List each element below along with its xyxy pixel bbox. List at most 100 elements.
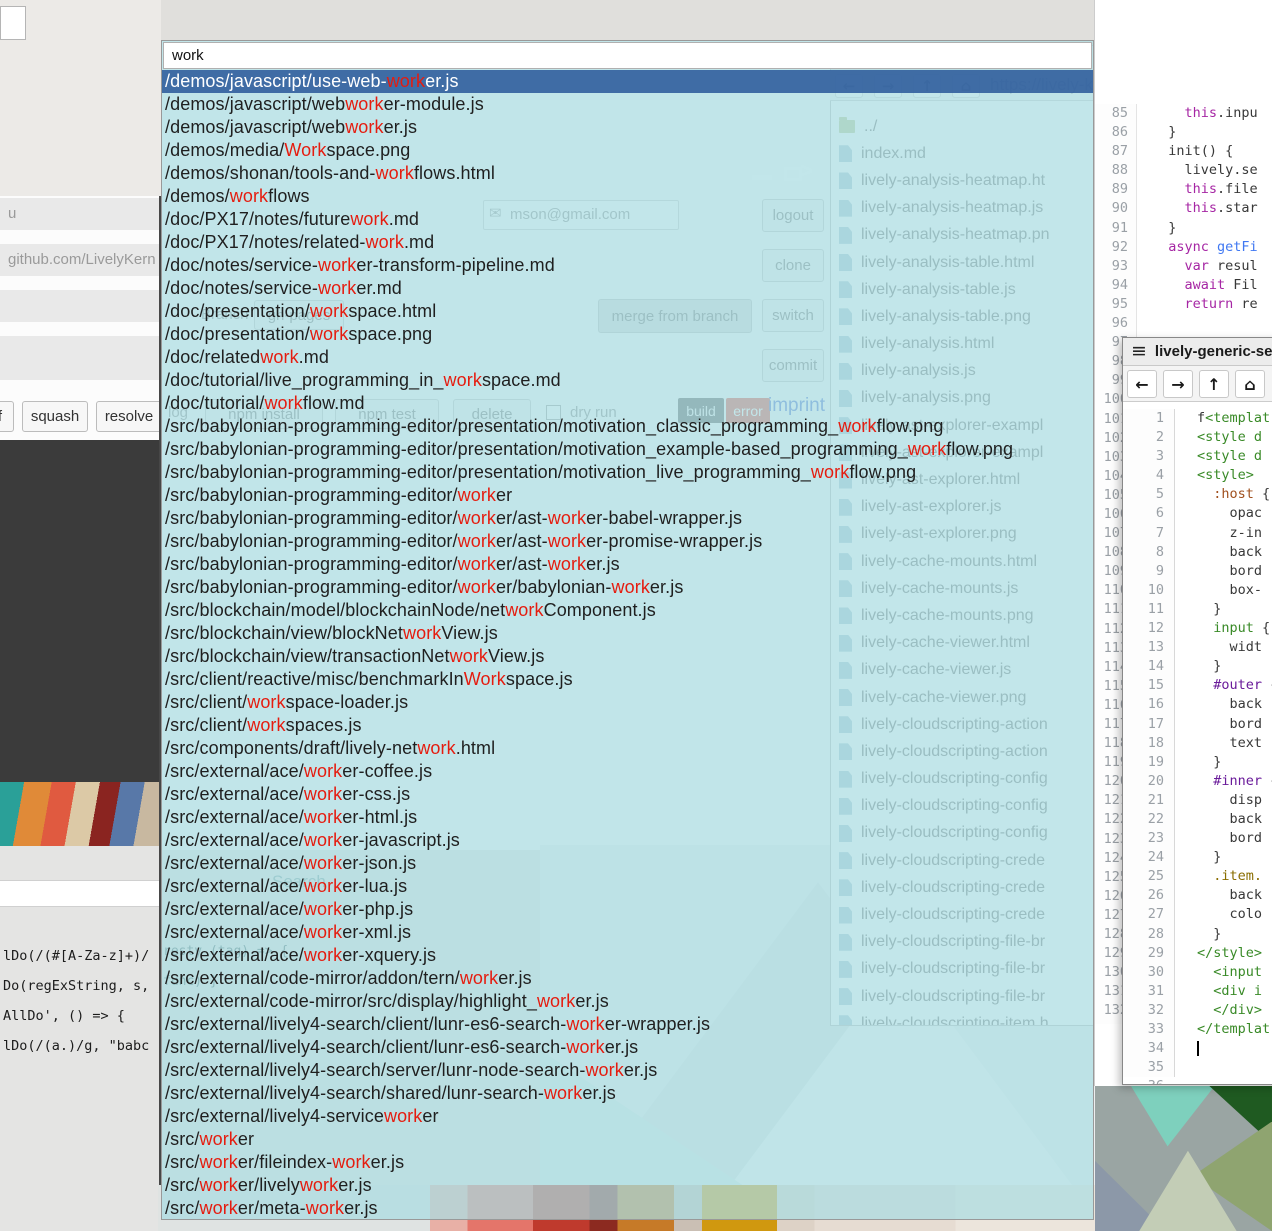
- search-result-item[interactable]: /src/external/ace/worker-html.js: [162, 806, 1093, 829]
- search-result-item[interactable]: /src/babylonian-programming-editor/worke…: [162, 507, 1093, 530]
- search-result-item[interactable]: /src/worker/meta-worker.js: [162, 1197, 1093, 1220]
- text-cursor: [1197, 1041, 1199, 1056]
- search-result-item[interactable]: /src/external/ace/worker-php.js: [162, 898, 1093, 921]
- clipped-button[interactable]: f: [0, 401, 14, 432]
- toolbar: [0, 880, 161, 907]
- code-line: #outer {: [1197, 676, 1272, 695]
- search-input[interactable]: [163, 42, 1092, 69]
- code-token: this: [1185, 105, 1218, 121]
- search-result-item[interactable]: /demos/javascript/webworker.js: [162, 116, 1093, 139]
- match-highlight: work: [458, 531, 496, 551]
- search-result-item[interactable]: /src/babylonian-programming-editor/prese…: [162, 438, 1093, 461]
- search-result-item[interactable]: /doc/notes/service-worker-transform-pipe…: [162, 254, 1093, 277]
- search-result-item[interactable]: /src/external/ace/worker-xquery.js: [162, 944, 1093, 967]
- search-result-item[interactable]: /src/babylonian-programming-editor/worke…: [162, 576, 1093, 599]
- code-line: bord: [1197, 715, 1272, 734]
- code-token: box-: [1230, 582, 1263, 598]
- search-result-item[interactable]: /doc/notes/service-worker.md: [162, 277, 1093, 300]
- search-result-item[interactable]: /src/external/lively4-search/server/lunr…: [162, 1059, 1093, 1082]
- text-field[interactable]: [0, 336, 161, 380]
- code-area[interactable]: f<templat<style d<style d<style> :host {…: [1197, 409, 1272, 1058]
- match-highlight: work: [548, 508, 586, 528]
- search-result-item[interactable]: /src/external/ace/worker-javascript.js: [162, 829, 1093, 852]
- search-result-item[interactable]: /src/worker: [162, 1128, 1093, 1151]
- desktop-widget: [0, 6, 26, 40]
- search-result-item[interactable]: /src/babylonian-programming-editor/worke…: [162, 484, 1093, 507]
- match-highlight: work: [247, 715, 285, 735]
- search-result-item[interactable]: /src/external/ace/worker-lua.js: [162, 875, 1093, 898]
- text-field[interactable]: u: [0, 198, 161, 230]
- code-token: back: [1230, 544, 1263, 560]
- line-number: 22: [1123, 810, 1164, 829]
- search-result-item[interactable]: /src/babylonian-programming-editor/prese…: [162, 461, 1093, 484]
- match-highlight: Work: [464, 669, 506, 689]
- search-result-item[interactable]: /src/external/lively4-search/client/lunr…: [162, 1013, 1093, 1036]
- resolve-button[interactable]: resolve: [96, 401, 162, 432]
- search-result-item[interactable]: /src/external/code-mirror/addon/tern/wor…: [162, 967, 1093, 990]
- search-result-item[interactable]: /src/worker/fileindex-worker.js: [162, 1151, 1093, 1174]
- search-result-item[interactable]: /src/worker/livelyworker.js: [162, 1174, 1093, 1197]
- search-result-item[interactable]: /doc/tutorial/workflow.md: [162, 392, 1093, 415]
- search-result-item[interactable]: /doc/relatedwork.md: [162, 346, 1093, 369]
- code-token: {: [1254, 620, 1270, 636]
- search-result-item[interactable]: /src/babylonian-programming-editor/worke…: [162, 553, 1093, 576]
- match-highlight: work: [345, 117, 383, 137]
- search-result-item[interactable]: /src/blockchain/model/blockchainNode/net…: [162, 599, 1093, 622]
- search-result-item[interactable]: /doc/presentation/workspace.png: [162, 323, 1093, 346]
- search-result-item[interactable]: /demos/workflows: [162, 185, 1093, 208]
- line-number: 1: [1123, 409, 1164, 428]
- search-result-item[interactable]: /demos/shonan/tools-and-workflows.html: [162, 162, 1093, 185]
- hamburger-icon[interactable]: ≡: [1131, 342, 1147, 361]
- back-icon[interactable]: ←: [1127, 370, 1157, 398]
- home-icon[interactable]: ⌂: [1235, 370, 1265, 398]
- line-number: 9: [1123, 562, 1164, 581]
- code-token: re: [1233, 296, 1257, 312]
- search-result-item[interactable]: /doc/PX17/notes/futurework.md: [162, 208, 1093, 231]
- code-line: }: [1197, 925, 1272, 944]
- code-token: disp: [1230, 792, 1263, 808]
- forward-icon[interactable]: →: [1163, 370, 1193, 398]
- search-result-item[interactable]: /src/external/ace/worker-xml.js: [162, 921, 1093, 944]
- search-result-item[interactable]: /demos/media/Workspace.png: [162, 139, 1093, 162]
- text-field[interactable]: [0, 290, 161, 322]
- code-line: <style d: [1197, 428, 1272, 447]
- line-number: 28: [1123, 925, 1164, 944]
- code-line: <div i: [1197, 982, 1272, 1001]
- repo-url-field[interactable]: github.com/LivelyKern: [0, 244, 161, 276]
- search-result-item[interactable]: /src/external/lively4-search/shared/lunr…: [162, 1082, 1093, 1105]
- line-number: 16: [1123, 695, 1164, 714]
- search-result-item[interactable]: /demos/javascript/webworker-module.js: [162, 93, 1093, 116]
- search-result-item[interactable]: /src/external/lively4-search/client/lunr…: [162, 1036, 1093, 1059]
- code-line: </div>: [1197, 1001, 1272, 1020]
- search-result-item[interactable]: /src/external/ace/worker-css.js: [162, 783, 1093, 806]
- search-result-item[interactable]: /src/client/workspace-loader.js: [162, 691, 1093, 714]
- search-result-item[interactable]: /src/client/workspaces.js: [162, 714, 1093, 737]
- up-icon[interactable]: ↑: [1199, 370, 1229, 398]
- match-highlight: work: [537, 991, 575, 1011]
- search-result-item[interactable]: /src/blockchain/view/blockNetworkView.js: [162, 622, 1093, 645]
- search-result-item[interactable]: /doc/PX17/notes/related-work.md: [162, 231, 1093, 254]
- search-result-item[interactable]: /src/babylonian-programming-editor/prese…: [162, 415, 1093, 438]
- search-result-item[interactable]: /src/external/ace/worker-coffee.js: [162, 760, 1093, 783]
- search-result-item[interactable]: /src/components/draft/lively-network.htm…: [162, 737, 1093, 760]
- match-highlight: work: [300, 1175, 338, 1195]
- code-token: }: [1213, 754, 1221, 770]
- window-titlebar[interactable]: ≡ lively-generic-se: [1123, 338, 1272, 366]
- code-line: back: [1197, 543, 1272, 562]
- search-result-item[interactable]: /demos/javascript/use-web-worker.js: [162, 70, 1093, 93]
- search-result-item[interactable]: /src/external/code-mirror/src/display/hi…: [162, 990, 1093, 1013]
- search-result-item[interactable]: /doc/presentation/workspace.html: [162, 300, 1093, 323]
- search-result-item[interactable]: /src/external/ace/worker-json.js: [162, 852, 1093, 875]
- squash-button[interactable]: squash: [22, 401, 88, 432]
- code-token: input: [1213, 620, 1254, 636]
- line-number: 23: [1123, 829, 1164, 848]
- search-result-item[interactable]: /src/external/lively4-serviceworker: [162, 1105, 1093, 1128]
- code-line: :host {: [1197, 485, 1272, 504]
- match-highlight: work: [247, 692, 285, 712]
- code-token: <style d: [1197, 448, 1262, 464]
- search-result-item[interactable]: /doc/tutorial/live_programming_in_worksp…: [162, 369, 1093, 392]
- search-result-item[interactable]: /src/blockchain/view/transactionNetworkV…: [162, 645, 1093, 668]
- code-line: input {: [1197, 619, 1272, 638]
- search-result-item[interactable]: /src/client/reactive/misc/benchmarkInWor…: [162, 668, 1093, 691]
- search-result-item[interactable]: /src/babylonian-programming-editor/worke…: [162, 530, 1093, 553]
